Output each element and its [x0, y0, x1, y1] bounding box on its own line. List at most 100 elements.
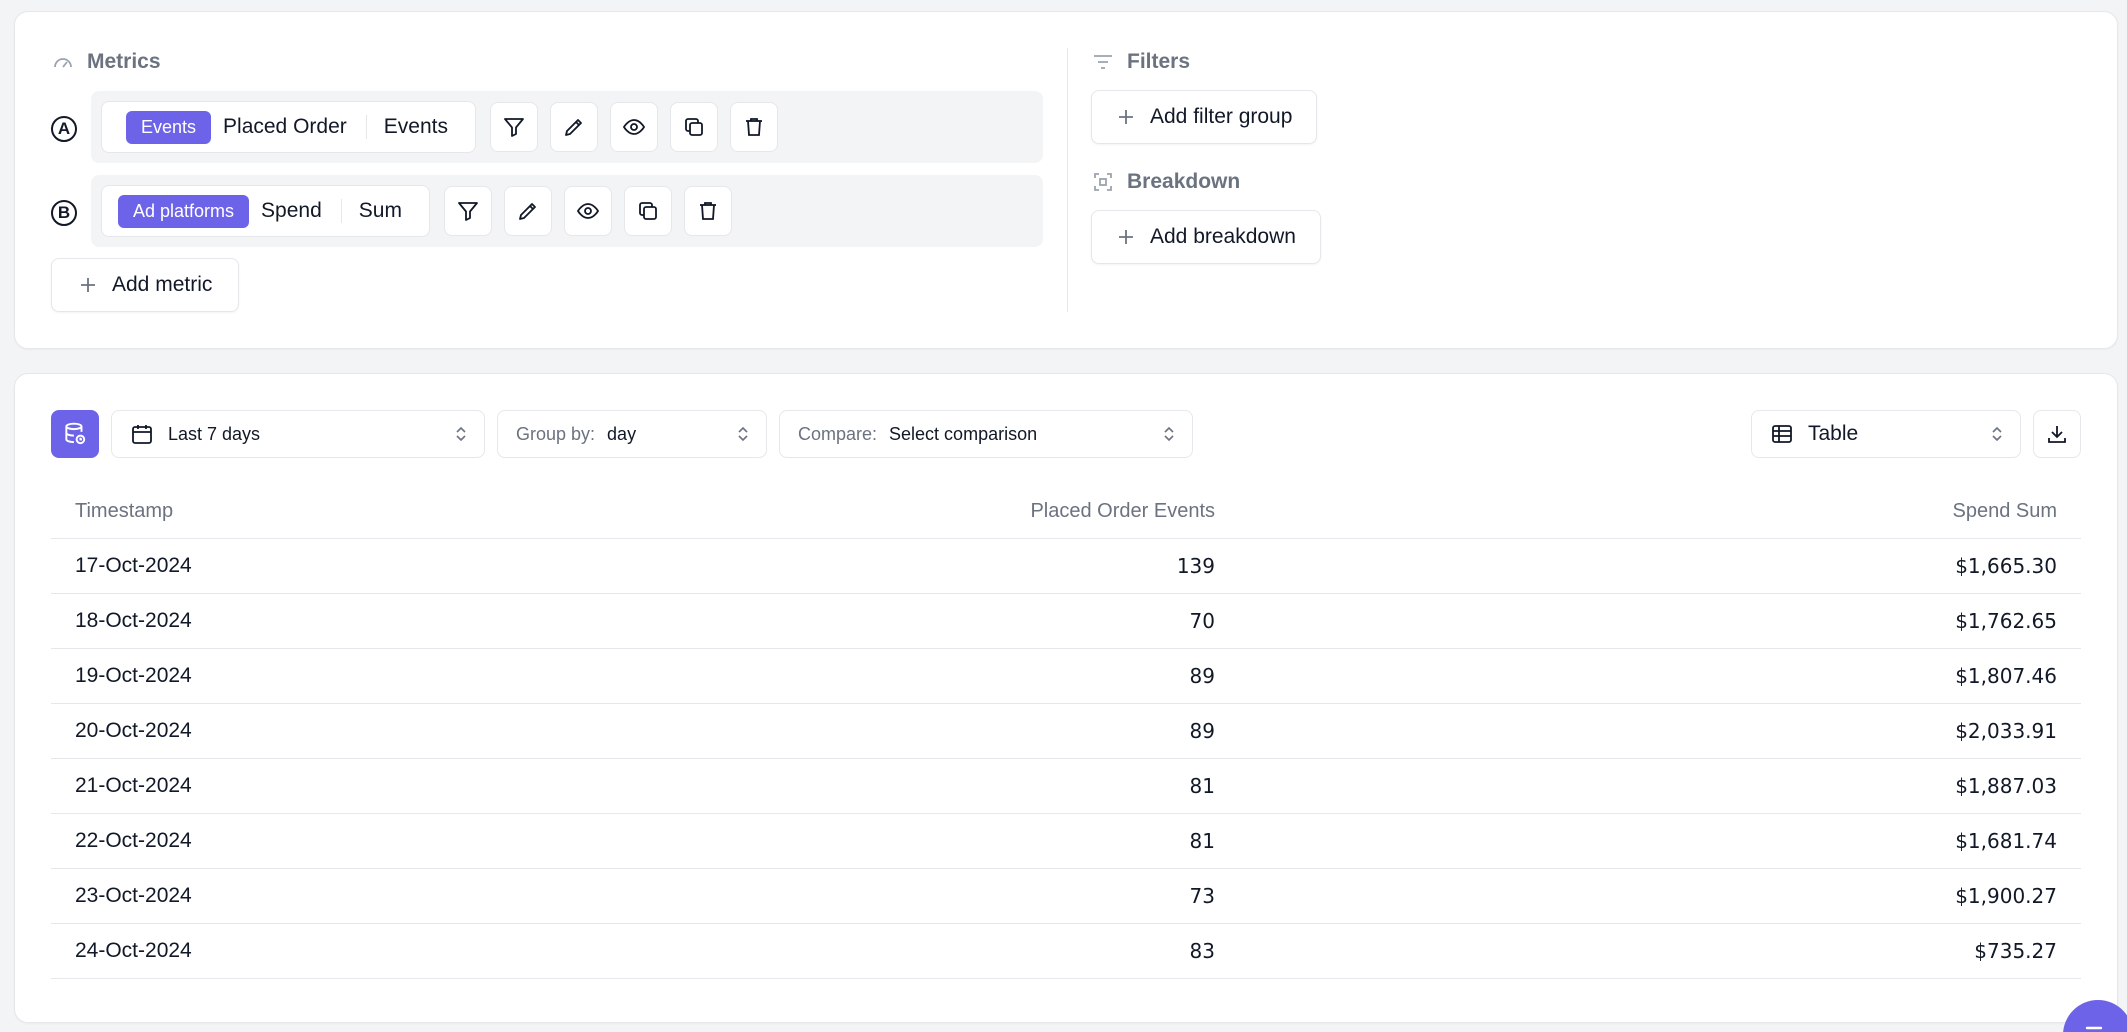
- metric-row-b: Ad platforms Spend Sum: [91, 175, 1043, 247]
- metrics-title: Metrics: [87, 50, 161, 73]
- filters-title: Filters: [1127, 50, 1191, 73]
- trash-icon: [699, 202, 716, 220]
- download-button[interactable]: [2033, 410, 2081, 458]
- metric-source-tag: Events: [126, 110, 212, 144]
- plus-icon: [1119, 230, 1133, 244]
- plus-icon: [81, 278, 95, 292]
- metric-selector-a[interactable]: Events Placed Order Events: [101, 101, 476, 153]
- cell-placed-order-events: 81: [651, 758, 1239, 814]
- delete-metric-button[interactable]: [683, 186, 732, 236]
- plus-icon: [1119, 110, 1133, 124]
- pencil-icon: [565, 119, 582, 136]
- cell-timestamp: 18-Oct-2024: [51, 593, 651, 649]
- toggle-visibility-button[interactable]: [609, 102, 658, 152]
- add-breakdown-button[interactable]: Add breakdown: [1091, 210, 1321, 264]
- table-header-row: Timestamp Placed Order Events Spend Sum: [51, 486, 2081, 539]
- chat-icon: [2085, 1026, 2103, 1030]
- cell-timestamp: 20-Oct-2024: [51, 703, 651, 759]
- cell-placed-order-events: 73: [651, 868, 1239, 924]
- group-by-value: day: [607, 423, 637, 444]
- copy-icon: [685, 118, 703, 136]
- cell-spend-sum: $1,807.46: [1239, 648, 2081, 704]
- table-row: 17-Oct-2024 139 $1,665.30: [51, 538, 2081, 594]
- metric-selector-b[interactable]: Ad platforms Spend Sum: [101, 185, 430, 237]
- cell-timestamp: 17-Oct-2024: [51, 538, 651, 594]
- cell-spend-sum: $1,665.30: [1239, 538, 2081, 594]
- table-row: 20-Oct-2024 89 $2,033.91: [51, 703, 2081, 759]
- copy-icon: [639, 202, 657, 220]
- column-header-placed-order-events[interactable]: Placed Order Events: [651, 486, 1239, 539]
- table-row: 24-Oct-2024 83 $735.27: [51, 923, 2081, 979]
- table-row: 22-Oct-2024 81 $1,681.74: [51, 813, 2081, 869]
- breakdown-section-title: Breakdown: [1091, 170, 1240, 194]
- metric-aggregation: Sum: [340, 199, 421, 223]
- add-filter-group-label: Add filter group: [1150, 105, 1293, 128]
- compare-value: Select comparison: [889, 423, 1038, 444]
- breakdown-title: Breakdown: [1127, 170, 1241, 193]
- gauge-icon: [54, 58, 72, 68]
- results-table: Timestamp Placed Order Events Spend Sum …: [51, 486, 2081, 979]
- metric-name: Placed Order: [223, 115, 347, 138]
- edit-metric-button[interactable]: [549, 102, 598, 152]
- table-row: 23-Oct-2024 73 $1,900.27: [51, 868, 2081, 924]
- pencil-icon: [519, 203, 536, 220]
- cell-spend-sum: $1,762.65: [1239, 593, 2081, 649]
- chevron-updown-icon: [456, 426, 466, 442]
- metric-name: Spend: [261, 199, 322, 222]
- toggle-visibility-button[interactable]: [563, 186, 612, 236]
- chevron-updown-icon: [1992, 426, 2002, 442]
- cell-placed-order-events: 70: [651, 593, 1239, 649]
- filter-metric-button[interactable]: [443, 186, 492, 236]
- delete-metric-button[interactable]: [729, 102, 778, 152]
- cell-spend-sum: $1,887.03: [1239, 758, 2081, 814]
- cell-placed-order-events: 139: [651, 538, 1239, 594]
- cell-placed-order-events: 89: [651, 648, 1239, 704]
- cell-placed-order-events: 89: [651, 703, 1239, 759]
- compare-select[interactable]: Compare: Select comparison: [779, 410, 1193, 458]
- cell-timestamp: 24-Oct-2024: [51, 923, 651, 979]
- section-divider: [1067, 48, 1068, 312]
- cell-placed-order-events: 81: [651, 813, 1239, 869]
- table-row: 18-Oct-2024 70 $1,762.65: [51, 593, 2081, 649]
- add-metric-button[interactable]: Add metric: [51, 258, 240, 312]
- filter-metric-button[interactable]: [489, 102, 538, 152]
- view-type-select[interactable]: Table: [1751, 410, 2021, 458]
- table-row: 19-Oct-2024 89 $1,807.46: [51, 648, 2081, 704]
- chevron-updown-icon: [738, 426, 748, 442]
- edit-metric-button[interactable]: [503, 186, 552, 236]
- metric-letter-a: A: [51, 116, 77, 142]
- table-icon: [1772, 425, 1792, 443]
- column-header-timestamp[interactable]: Timestamp: [51, 486, 651, 539]
- add-breakdown-label: Add breakdown: [1150, 225, 1296, 248]
- duplicate-metric-button[interactable]: [669, 102, 718, 152]
- cell-timestamp: 21-Oct-2024: [51, 758, 651, 814]
- cell-timestamp: 19-Oct-2024: [51, 648, 651, 704]
- filters-section-title: Filters: [1091, 50, 1190, 74]
- eye-icon: [576, 203, 600, 219]
- eye-icon: [622, 119, 646, 135]
- cell-spend-sum: $1,900.27: [1239, 868, 2081, 924]
- view-type-value: Table: [1808, 422, 1859, 445]
- cell-spend-sum: $735.27: [1239, 923, 2081, 979]
- add-metric-label: Add metric: [112, 273, 213, 296]
- group-by-select[interactable]: Group by: day: [497, 410, 767, 458]
- column-header-spend-sum[interactable]: Spend Sum: [1239, 486, 2081, 539]
- query-builder-card: Metrics A Events Placed Order Events B A…: [14, 11, 2118, 349]
- trash-icon: [745, 118, 762, 136]
- calendar-icon: [132, 425, 152, 444]
- metric-row-a: Events Placed Order Events: [91, 91, 1043, 163]
- date-range-value: Last 7 days: [168, 423, 261, 444]
- breakdown-icon: [1094, 173, 1112, 191]
- cell-placed-order-events: 83: [651, 923, 1239, 979]
- results-card: Last 7 days Group by: day Compare: Selec…: [14, 373, 2118, 1023]
- data-source-button[interactable]: [51, 410, 99, 458]
- group-by-label: Group by:: [516, 423, 596, 444]
- duplicate-metric-button[interactable]: [623, 186, 672, 236]
- cell-timestamp: 22-Oct-2024: [51, 813, 651, 869]
- table-row: 21-Oct-2024 81 $1,887.03: [51, 758, 2081, 814]
- metric-letter-b: B: [51, 200, 77, 226]
- date-range-select[interactable]: Last 7 days: [111, 410, 485, 458]
- add-filter-group-button[interactable]: Add filter group: [1091, 90, 1318, 144]
- chevron-updown-icon: [1164, 426, 1174, 442]
- cell-timestamp: 23-Oct-2024: [51, 868, 651, 924]
